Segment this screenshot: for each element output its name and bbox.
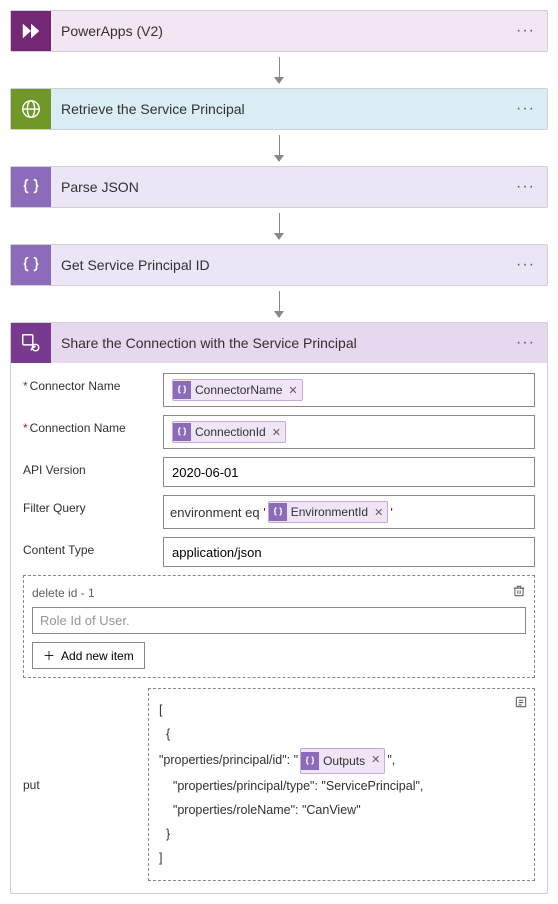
plus-icon: ＋ bbox=[43, 647, 55, 664]
step-title: PowerApps (V2) bbox=[51, 23, 512, 39]
token-label: Outputs bbox=[323, 750, 365, 773]
step-title: Parse JSON bbox=[51, 179, 512, 195]
step-title: Retrieve the Service Principal bbox=[51, 101, 512, 117]
connector-name-input[interactable]: ConnectorName ✕ bbox=[163, 373, 535, 407]
globe-icon bbox=[11, 89, 51, 129]
filter-prefix-text: environment eq ' bbox=[170, 505, 266, 520]
step-retrieve[interactable]: Retrieve the Service Principal ··· bbox=[10, 88, 548, 130]
token-remove-icon[interactable]: ✕ bbox=[372, 506, 385, 519]
delete-section: delete id - 1 ＋ Add new item bbox=[23, 575, 535, 678]
braces-icon bbox=[11, 245, 51, 285]
token-braces-icon bbox=[269, 503, 287, 521]
field-connector-name: *Connector Name ConnectorName ✕ bbox=[23, 373, 535, 407]
step-header[interactable]: PowerApps (V2) ··· bbox=[11, 11, 547, 51]
token-braces-icon bbox=[301, 752, 319, 770]
put-body-input[interactable]: [ { "properties/principal/id": " Outputs… bbox=[148, 688, 535, 881]
arrow-connector bbox=[10, 130, 548, 166]
role-id-input[interactable] bbox=[32, 607, 526, 634]
step-get-id[interactable]: Get Service Principal ID ··· bbox=[10, 244, 548, 286]
field-label: Content Type bbox=[23, 537, 163, 557]
step-menu-button[interactable]: ··· bbox=[512, 256, 539, 274]
token-braces-icon bbox=[173, 381, 191, 399]
arrow-connector bbox=[10, 52, 548, 88]
step-header[interactable]: Retrieve the Service Principal ··· bbox=[11, 89, 547, 129]
token-outputs[interactable]: Outputs ✕ bbox=[300, 748, 385, 775]
token-connection-id[interactable]: ConnectionId ✕ bbox=[172, 421, 286, 443]
api-version-value[interactable] bbox=[170, 464, 528, 481]
field-label: API Version bbox=[23, 457, 163, 477]
api-version-input[interactable] bbox=[163, 457, 535, 487]
share-user-icon bbox=[11, 323, 51, 363]
filter-query-input[interactable]: environment eq ' EnvironmentId ✕ ' bbox=[163, 495, 535, 529]
connection-name-input[interactable]: ConnectionId ✕ bbox=[163, 415, 535, 449]
delete-section-title: delete id - 1 bbox=[32, 586, 95, 600]
put-label: put bbox=[23, 688, 148, 881]
put-section: put [ { "properties/principal/id": " Out… bbox=[23, 688, 535, 881]
step-menu-button[interactable]: ··· bbox=[512, 100, 539, 118]
step-powerapps[interactable]: PowerApps (V2) ··· bbox=[10, 10, 548, 52]
step-menu-button[interactable]: ··· bbox=[512, 334, 539, 352]
step-header[interactable]: Get Service Principal ID ··· bbox=[11, 245, 547, 285]
step-title: Share the Connection with the Service Pr… bbox=[51, 335, 512, 351]
token-remove-icon[interactable]: ✕ bbox=[369, 750, 382, 771]
field-filter-query: Filter Query environment eq ' Environmen… bbox=[23, 495, 535, 529]
token-braces-icon bbox=[173, 423, 191, 441]
switch-mode-icon[interactable] bbox=[514, 695, 528, 712]
content-type-value[interactable] bbox=[170, 544, 528, 561]
token-environment-id[interactable]: EnvironmentId ✕ bbox=[268, 501, 389, 523]
field-api-version: API Version bbox=[23, 457, 535, 487]
token-label: ConnectionId bbox=[195, 425, 266, 439]
json-body: [ { "properties/principal/id": " Outputs… bbox=[159, 699, 524, 870]
arrow-connector bbox=[10, 286, 548, 322]
arrow-connector bbox=[10, 208, 548, 244]
step-body: *Connector Name ConnectorName ✕ *Connect… bbox=[11, 363, 547, 893]
field-label: *Connection Name bbox=[23, 415, 163, 435]
step-menu-button[interactable]: ··· bbox=[512, 178, 539, 196]
field-label: *Connector Name bbox=[23, 373, 163, 393]
powerapps-icon bbox=[11, 11, 51, 51]
step-parse-json[interactable]: Parse JSON ··· bbox=[10, 166, 548, 208]
field-label: Filter Query bbox=[23, 495, 163, 515]
content-type-input[interactable] bbox=[163, 537, 535, 567]
add-new-item-button[interactable]: ＋ Add new item bbox=[32, 642, 145, 669]
braces-icon bbox=[11, 167, 51, 207]
token-label: EnvironmentId bbox=[291, 505, 368, 519]
token-remove-icon[interactable]: ✕ bbox=[270, 426, 283, 439]
step-menu-button[interactable]: ··· bbox=[512, 22, 539, 40]
token-label: ConnectorName bbox=[195, 383, 282, 397]
step-title: Get Service Principal ID bbox=[51, 257, 512, 273]
field-connection-name: *Connection Name ConnectionId ✕ bbox=[23, 415, 535, 449]
step-share-connection: Share the Connection with the Service Pr… bbox=[10, 322, 548, 894]
token-connector-name[interactable]: ConnectorName ✕ bbox=[172, 379, 303, 401]
step-header[interactable]: Parse JSON ··· bbox=[11, 167, 547, 207]
token-remove-icon[interactable]: ✕ bbox=[286, 384, 299, 397]
field-content-type: Content Type bbox=[23, 537, 535, 567]
delete-icon[interactable] bbox=[512, 584, 526, 601]
step-header[interactable]: Share the Connection with the Service Pr… bbox=[11, 323, 547, 363]
